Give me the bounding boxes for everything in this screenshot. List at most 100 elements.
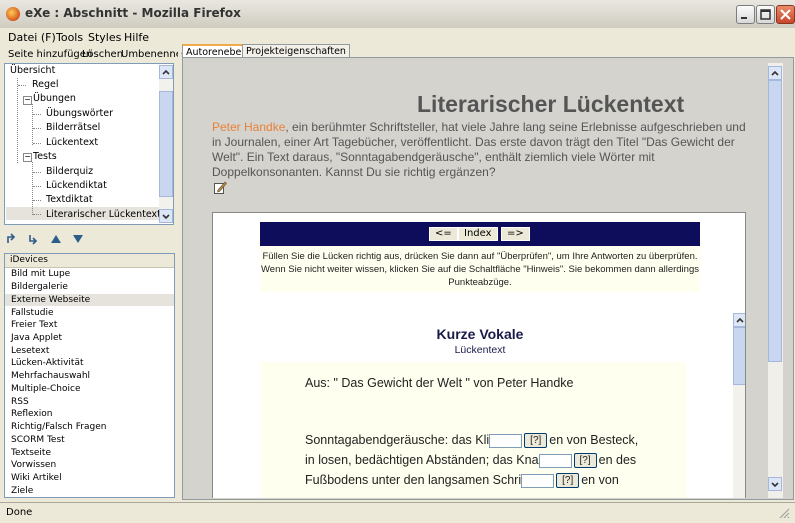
maximize-button[interactable] xyxy=(756,5,775,24)
firefox-icon xyxy=(6,7,20,21)
close-icon xyxy=(780,9,791,20)
chevron-up-icon xyxy=(162,69,170,75)
idevice-item[interactable]: Textseite xyxy=(11,448,51,458)
idevice-item[interactable]: Bild mit Lupe xyxy=(11,269,70,279)
idevice-item[interactable]: Ziele xyxy=(11,486,33,496)
minimize-icon xyxy=(741,17,747,19)
idevices-panel: iDevices Bild mit Lupe Bildergalerie Ext… xyxy=(4,253,175,498)
promote-icon[interactable] xyxy=(6,233,18,245)
prev-page-button[interactable]: <= xyxy=(429,227,458,241)
tree-item[interactable]: Tests xyxy=(33,151,57,162)
tree-scrollbar[interactable] xyxy=(159,65,173,223)
menu-datei[interactable]: Datei (F) xyxy=(8,31,56,44)
scroll-up-arrow[interactable] xyxy=(733,313,745,327)
cloze-line: Sonntagabendgeräusche: das Kli [?] en von … xyxy=(305,433,639,449)
intro-body: , ein berühmter Schriftsteller, hat viel… xyxy=(212,120,746,179)
tree-item[interactable]: Regel xyxy=(32,79,59,90)
tree-item[interactable]: Bilderquiz xyxy=(46,166,93,177)
demote-icon[interactable] xyxy=(28,233,40,245)
preview-frame: <= Index => Füllen Sie die Lücken richti… xyxy=(212,212,746,498)
cloze-area: Aus: " Das Gewicht der Welt " von Peter … xyxy=(260,362,686,498)
idevice-item[interactable]: Freier Text xyxy=(11,320,57,330)
delete-page-button[interactable]: Löschen xyxy=(82,49,123,60)
idevice-item[interactable]: SCORM Test xyxy=(11,435,65,445)
idevice-item[interactable]: Lücken-Aktivität xyxy=(11,358,84,368)
chevron-down-icon xyxy=(162,214,170,220)
intro-text: Peter Handke, ein berühmter Schriftstell… xyxy=(212,120,747,180)
collapse-toggle-icon[interactable]: − xyxy=(23,96,32,105)
scroll-down-arrow[interactable] xyxy=(768,477,782,491)
close-button[interactable] xyxy=(776,5,795,24)
idevice-item[interactable]: Richtig/Falsch Fragen xyxy=(11,422,106,432)
chevron-down-icon xyxy=(771,482,779,488)
page-title: Literarischer Lückentext xyxy=(417,91,685,117)
scroll-thumb[interactable] xyxy=(733,327,745,385)
hint-button[interactable]: [?] xyxy=(573,453,597,469)
idevice-item[interactable]: Vorwissen xyxy=(11,460,56,470)
tree-item[interactable]: Bilderrätsel xyxy=(46,122,100,133)
outline-toolbar: Seite hinzufügen Löschen Umbenennen xyxy=(0,47,188,63)
idevice-item[interactable]: Wiki Artikel xyxy=(11,473,62,483)
gap-input[interactable] xyxy=(538,453,572,468)
tree-item[interactable]: Übungswörter xyxy=(46,108,113,119)
main-scrollbar[interactable] xyxy=(768,63,783,498)
move-up-icon[interactable] xyxy=(50,233,62,245)
resize-grip-icon[interactable] xyxy=(776,506,790,518)
add-page-button[interactable]: Seite hinzufügen xyxy=(8,49,92,60)
preview-scrollbar[interactable] xyxy=(733,313,745,498)
move-toolbar xyxy=(0,229,178,251)
idevice-item[interactable]: Bildergalerie xyxy=(11,282,68,292)
tree-item[interactable]: Lückendiktat xyxy=(46,180,107,191)
menu-styles[interactable]: Styles xyxy=(88,31,121,44)
move-down-icon[interactable] xyxy=(72,233,84,245)
cloze-line: in losen, bedächtigen Abständen; das Kna… xyxy=(305,453,637,469)
pane-splitter[interactable] xyxy=(178,43,181,499)
hint-button[interactable]: [?] xyxy=(556,473,580,489)
tree-item[interactable]: Textdiktat xyxy=(46,194,93,205)
scroll-thumb[interactable] xyxy=(159,91,173,197)
idevice-item[interactable]: Mehrfachauswahl xyxy=(11,371,90,381)
idevice-item[interactable]: RSS xyxy=(11,397,29,407)
scroll-up-arrow[interactable] xyxy=(768,66,782,80)
menu-bar: Datei (F) Tools Styles Hilfe xyxy=(0,28,795,47)
section-title: Kurze Vokale xyxy=(436,326,524,342)
tab-projekteigenschaften[interactable]: Projekteigenschaften xyxy=(242,44,350,58)
author-name: Peter Handke xyxy=(212,120,286,134)
title-bar: eXe : Abschnitt - Mozilla Firefox xyxy=(0,0,795,29)
status-bar: Done xyxy=(0,502,795,523)
collapse-toggle-icon[interactable]: − xyxy=(23,153,32,162)
idevices-header: iDevices xyxy=(5,254,174,268)
tree-item-selected[interactable]: Literarischer Lückentext xyxy=(46,209,161,220)
tree-item-root[interactable]: Übersicht xyxy=(10,65,55,76)
idevice-item[interactable]: Java Applet xyxy=(11,333,62,343)
index-button[interactable]: Index xyxy=(458,227,498,241)
gap-input[interactable] xyxy=(489,433,523,448)
idevice-item[interactable]: Multiple-Choice xyxy=(11,384,80,394)
tree-item[interactable]: Lückentext xyxy=(46,137,98,148)
scroll-up-arrow[interactable] xyxy=(159,65,173,79)
window-title: eXe : Abschnitt - Mozilla Firefox xyxy=(25,6,241,20)
outline-tree: − − Übersicht Regel Übungen Übungswörter… xyxy=(4,63,174,225)
gap-input[interactable] xyxy=(521,473,555,488)
idevice-item[interactable]: Lesetext xyxy=(11,346,49,356)
next-page-button[interactable]: => xyxy=(501,227,530,241)
chevron-up-icon xyxy=(736,317,744,323)
navigation-bar: <= Index => xyxy=(260,222,700,246)
idevice-item[interactable]: Externe Webseite xyxy=(11,295,90,305)
authoring-page: Literarischer Lückentext Peter Handke, e… xyxy=(187,63,768,498)
scroll-thumb[interactable] xyxy=(768,80,782,362)
instructions-text: Füllen Sie die Lücken richtig aus, drück… xyxy=(260,246,700,292)
maximize-icon xyxy=(760,9,771,20)
source-line: Aus: " Das Gewicht der Welt " von Peter … xyxy=(305,376,574,390)
scroll-down-arrow[interactable] xyxy=(159,209,173,223)
idevice-item[interactable]: Reflexion xyxy=(11,409,52,419)
minimize-button[interactable] xyxy=(736,5,755,24)
section-subtitle: Lückentext xyxy=(454,344,506,356)
edit-icon[interactable] xyxy=(214,181,227,194)
menu-hilfe[interactable]: Hilfe xyxy=(124,31,149,44)
status-text: Done xyxy=(6,507,33,518)
menu-tools[interactable]: Tools xyxy=(56,31,83,44)
hint-button[interactable]: [?] xyxy=(524,433,548,449)
tree-item[interactable]: Übungen xyxy=(33,93,76,104)
idevice-item[interactable]: Fallstudie xyxy=(11,308,54,318)
